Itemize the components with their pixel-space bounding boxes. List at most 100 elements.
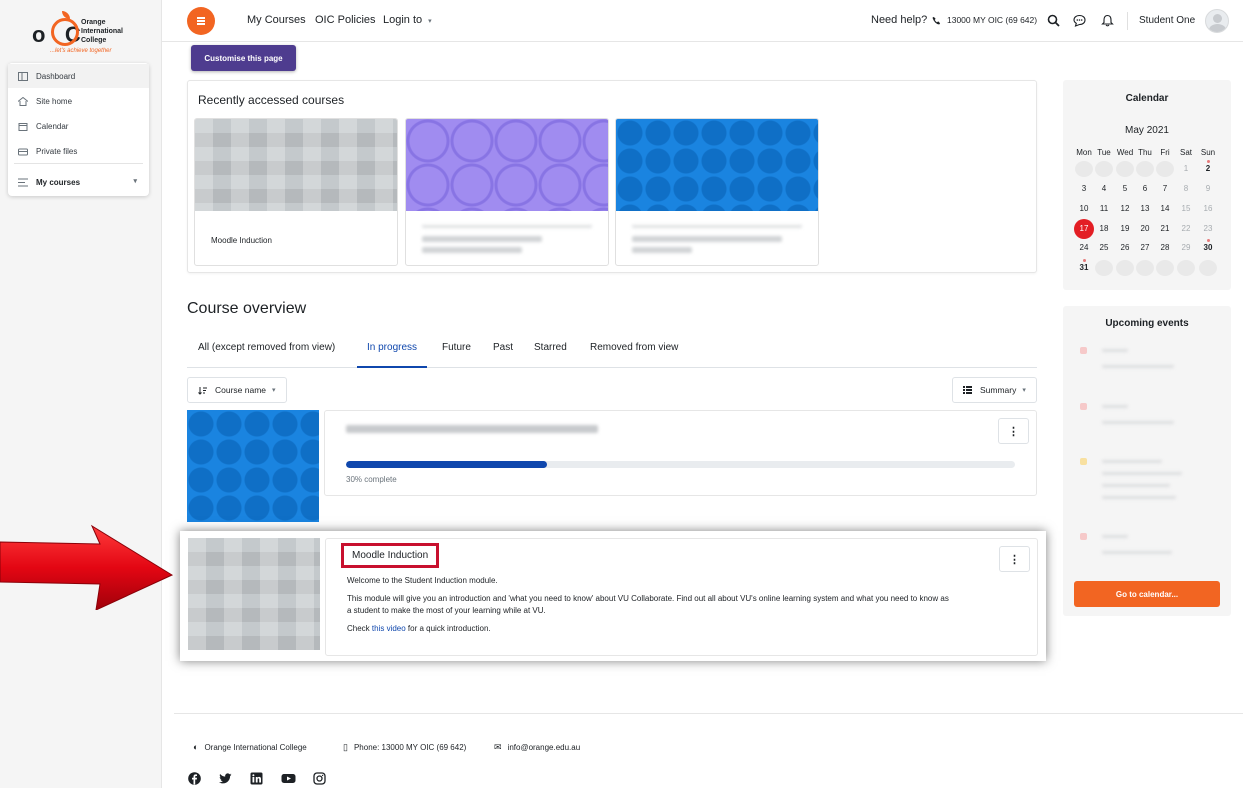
nav-my-courses[interactable]: My Courses: [247, 14, 306, 26]
calendar-day[interactable]: 17: [1074, 224, 1094, 233]
calendar-day[interactable]: 5: [1115, 184, 1135, 193]
kebab-icon: ⋮: [1009, 553, 1020, 566]
video-link[interactable]: this video: [372, 624, 406, 633]
phone-icon: [932, 16, 941, 25]
nav-item-calendar[interactable]: Calendar: [8, 114, 149, 138]
blurred-text: [422, 223, 592, 228]
globe-icon: ◐: [193, 742, 199, 752]
calendar-day[interactable]: 2: [1198, 164, 1218, 173]
twitter-icon[interactable]: [219, 772, 232, 785]
calendar-day[interactable]: 10: [1074, 204, 1094, 213]
calendar-day[interactable]: 28: [1155, 243, 1175, 252]
nav-oic-policies[interactable]: OIC Policies: [315, 14, 376, 26]
course-image[interactable]: [187, 410, 319, 522]
user-name[interactable]: Student One: [1139, 15, 1195, 26]
grid-list-icon: [963, 386, 972, 394]
calendar-day[interactable]: 9: [1198, 184, 1218, 193]
calendar-empty-cell: [1156, 260, 1174, 276]
tab-future[interactable]: Future: [432, 342, 481, 368]
calendar-day[interactable]: 29: [1176, 243, 1196, 252]
college-logo[interactable]: o C Orange International College ...let'…: [32, 8, 132, 56]
youtube-icon[interactable]: [281, 772, 296, 785]
nav-divider: [14, 163, 143, 164]
event-type-icon: [1080, 458, 1087, 465]
calendar-day[interactable]: 15: [1176, 204, 1196, 213]
blurred-course-title[interactable]: [346, 425, 598, 433]
recent-course-card[interactable]: [615, 118, 819, 266]
calendar-day[interactable]: 6: [1135, 184, 1155, 193]
logo-tagline: ...let's achieve together: [50, 48, 112, 54]
weekday-header: Sat: [1179, 148, 1192, 157]
nav-label: My courses: [36, 177, 81, 187]
tab-removed[interactable]: Removed from view: [580, 342, 688, 368]
search-icon[interactable]: [1047, 14, 1060, 27]
course-actions-button[interactable]: ⋮: [999, 546, 1030, 572]
calendar-day[interactable]: 4: [1094, 184, 1114, 193]
drawer-toggle-button[interactable]: [187, 7, 215, 35]
calendar-day[interactable]: 8: [1176, 184, 1196, 193]
calendar-day[interactable]: 31: [1074, 263, 1094, 272]
calendar-day[interactable]: 22: [1176, 224, 1196, 233]
calendar-day[interactable]: 12: [1115, 204, 1135, 213]
nav-login-to[interactable]: Login to ▾: [383, 14, 432, 26]
calendar-day[interactable]: 20: [1135, 224, 1155, 233]
footer-email[interactable]: ✉ info@orange.edu.au: [494, 742, 580, 753]
calendar-day[interactable]: 27: [1135, 243, 1155, 252]
bell-icon[interactable]: [1101, 14, 1114, 27]
calendar-day[interactable]: 19: [1115, 224, 1135, 233]
calendar-day[interactable]: 7: [1155, 184, 1175, 193]
calendar-month: May 2021: [1125, 125, 1169, 136]
tab-in-progress[interactable]: In progress: [357, 342, 428, 368]
nav-item-my-courses[interactable]: My courses ▾: [8, 170, 149, 194]
course-title-link[interactable]: Moodle Induction: [341, 543, 440, 568]
course-image[interactable]: [188, 538, 320, 650]
calendar-day[interactable]: 18: [1094, 224, 1114, 233]
sort-dropdown[interactable]: Course name ▾: [187, 377, 287, 403]
calendar-day[interactable]: 13: [1135, 204, 1155, 213]
calendar-day[interactable]: 26: [1115, 243, 1135, 252]
calendar-day[interactable]: 3: [1074, 184, 1094, 193]
calendar-day[interactable]: 14: [1155, 204, 1175, 213]
course-actions-button[interactable]: ⋮: [998, 418, 1029, 444]
calendar-day[interactable]: 21: [1155, 224, 1175, 233]
sort-icon: [198, 386, 207, 395]
view-dropdown[interactable]: Summary ▾: [952, 377, 1037, 403]
tab-past[interactable]: Past: [483, 342, 523, 368]
calendar-day[interactable]: 16: [1198, 204, 1218, 213]
help-phone[interactable]: 13000 MY OIC (69 642): [947, 15, 1037, 25]
calendar-day[interactable]: 25: [1094, 243, 1114, 252]
calendar-day[interactable]: 1: [1176, 164, 1196, 173]
footer-divider: [174, 713, 1243, 714]
menu-icon: [197, 17, 205, 19]
calendar-empty-cell: [1199, 260, 1217, 276]
recent-course-name[interactable]: Moodle Induction: [211, 236, 272, 245]
go-to-calendar-button[interactable]: Go to calendar...: [1074, 581, 1220, 607]
recent-course-card[interactable]: Moodle Induction: [194, 118, 398, 266]
event-type-icon: [1080, 347, 1087, 354]
calendar-day[interactable]: 24: [1074, 243, 1094, 252]
chevron-down-icon: ▾: [133, 178, 137, 185]
nav-item-dashboard[interactable]: Dashboard: [8, 64, 149, 88]
recent-course-card[interactable]: [405, 118, 609, 266]
tab-all[interactable]: All (except removed from view): [188, 342, 345, 368]
envelope-icon: ✉: [494, 742, 502, 752]
calendar-day[interactable]: 11: [1094, 204, 1114, 213]
red-arrow-annotation: [0, 524, 174, 610]
course-image: [406, 119, 608, 211]
messages-icon[interactable]: [1073, 14, 1086, 27]
footer-phone[interactable]: ▯ Phone: 13000 MY OIC (69 642): [343, 742, 466, 753]
linkedin-icon[interactable]: [250, 772, 263, 785]
instagram-icon[interactable]: [313, 772, 326, 785]
weekday-header: Wed: [1116, 148, 1134, 157]
avatar[interactable]: [1205, 9, 1229, 33]
tab-starred[interactable]: Starred: [524, 342, 577, 368]
top-navbar: My Courses OIC Policies Login to ▾ Need h…: [162, 0, 1243, 42]
nav-item-private-files[interactable]: Private files: [8, 139, 149, 163]
calendar-empty-cell: [1095, 161, 1113, 177]
calendar-day[interactable]: 30: [1198, 243, 1218, 252]
facebook-icon[interactable]: [188, 772, 201, 785]
calendar-day[interactable]: 23: [1198, 224, 1218, 233]
nav-item-site-home[interactable]: Site home: [8, 89, 149, 113]
course-summary-line: Welcome to the Student Induction module.: [347, 576, 498, 585]
customise-page-button[interactable]: Customise this page: [191, 45, 296, 71]
